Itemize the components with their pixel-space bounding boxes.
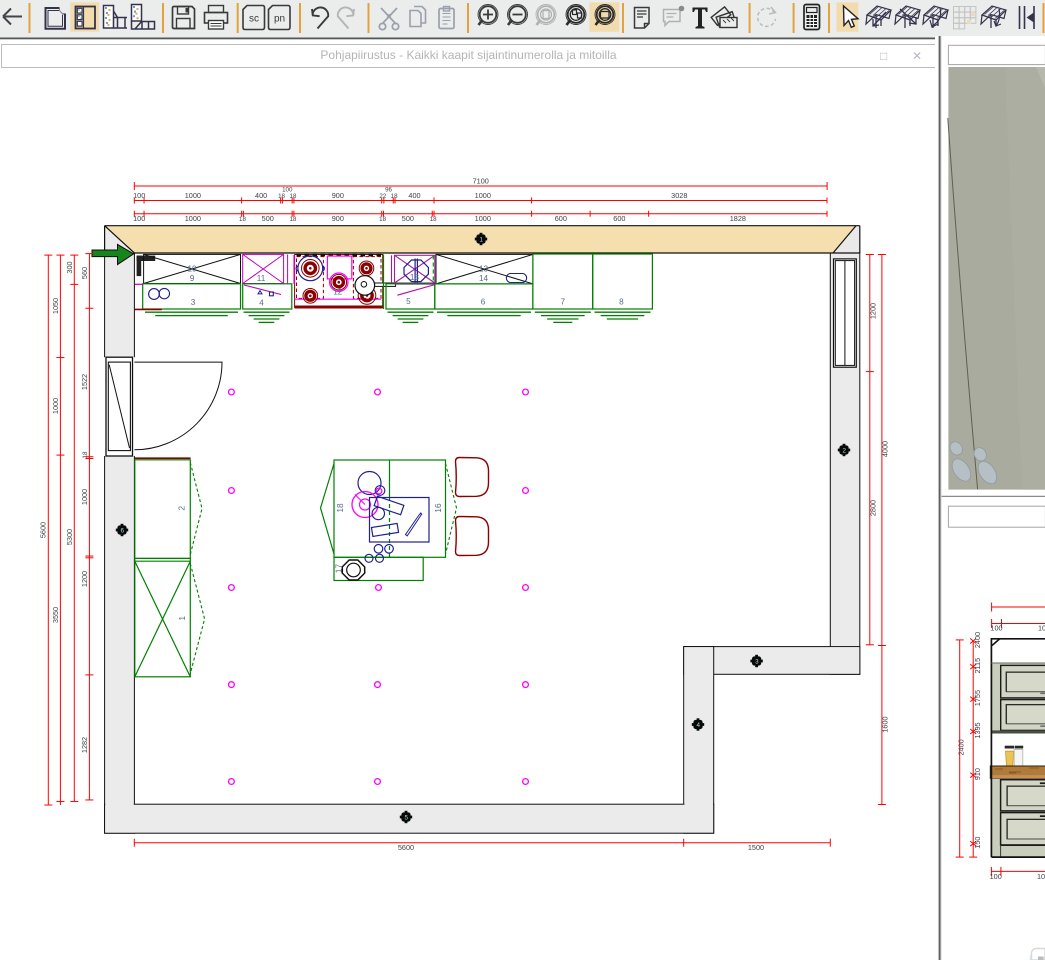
svg-text:10: 10 [1038,624,1045,633]
svg-text:18: 18 [391,193,398,200]
svg-text:600: 600 [613,214,625,223]
svg-text:5600: 5600 [398,843,414,852]
svg-text:2400: 2400 [973,632,982,648]
svg-text:4: 4 [259,299,264,308]
svg-text:3028: 3028 [671,191,687,200]
svg-text:17: 17 [335,564,344,574]
svg-text:1: 1 [178,615,187,620]
svg-text:4: 4 [697,722,701,729]
svg-text:1050: 1050 [51,298,60,314]
svg-text:100: 100 [990,872,1002,881]
svg-text:3: 3 [191,298,196,307]
svg-text:1522: 1522 [80,374,89,390]
svg-text:1755: 1755 [973,690,982,706]
svg-text:1: 1 [480,236,484,243]
svg-text:8: 8 [619,298,624,307]
svg-text:13: 13 [410,273,420,282]
svg-text:18: 18 [278,193,285,200]
svg-text:18: 18 [290,216,297,223]
svg-text:400: 400 [408,191,420,200]
svg-text:1000: 1000 [475,214,491,223]
svg-text:22: 22 [379,193,386,200]
svg-text:11: 11 [257,274,266,283]
svg-text:3: 3 [755,658,759,665]
svg-text:6: 6 [121,527,125,534]
svg-text:5: 5 [405,814,409,821]
svg-text:5600: 5600 [39,522,48,538]
svg-text:300: 300 [65,261,74,273]
svg-text:600: 600 [555,214,567,223]
svg-text:2400: 2400 [957,739,966,755]
svg-text:1395: 1395 [973,722,982,738]
svg-text:10: 10 [187,265,197,274]
svg-text:900: 900 [332,191,344,200]
svg-text:18: 18 [430,216,437,223]
svg-text:2: 2 [843,447,847,454]
svg-text:18: 18 [379,216,386,223]
svg-text:13: 13 [479,265,489,274]
svg-text:500: 500 [402,214,414,223]
svg-text:16: 16 [434,503,443,513]
svg-text:1000: 1000 [475,191,491,200]
svg-text:100: 100 [133,214,145,223]
svg-text:910: 910 [973,768,982,780]
svg-text:18: 18 [82,451,89,458]
svg-text:560: 560 [80,267,89,279]
svg-text:3550: 3550 [51,607,60,623]
svg-text:900: 900 [332,214,344,223]
svg-text:100: 100 [990,624,1002,633]
svg-text:10: 10 [1037,872,1045,881]
svg-text:6: 6 [481,298,486,307]
svg-text:1500: 1500 [748,843,764,852]
svg-text:2: 2 [178,505,187,510]
svg-text:18: 18 [239,216,246,223]
svg-text:1000: 1000 [80,489,89,505]
svg-text:400: 400 [255,191,267,200]
svg-text:150: 150 [973,837,982,849]
svg-text:1200: 1200 [80,571,89,587]
svg-text:1000: 1000 [51,398,60,414]
svg-text:100: 100 [133,191,145,200]
svg-text:1000: 1000 [185,214,201,223]
svg-text:14: 14 [479,274,489,283]
svg-text:1282: 1282 [80,737,89,753]
svg-text:18: 18 [336,503,345,513]
svg-text:7100: 7100 [473,176,489,185]
svg-text:9: 9 [190,274,195,283]
svg-text:1000: 1000 [185,191,201,200]
svg-text:pn: pn [274,14,285,25]
svg-text:7: 7 [561,298,566,307]
svg-text:5: 5 [406,297,411,306]
svg-text:12: 12 [333,287,343,296]
svg-text:18: 18 [290,193,297,200]
svg-text:2115: 2115 [973,658,982,674]
svg-text:1828: 1828 [730,214,746,223]
svg-text:sc: sc [249,14,259,25]
svg-text:5300: 5300 [65,529,74,545]
svg-text:500: 500 [262,214,274,223]
